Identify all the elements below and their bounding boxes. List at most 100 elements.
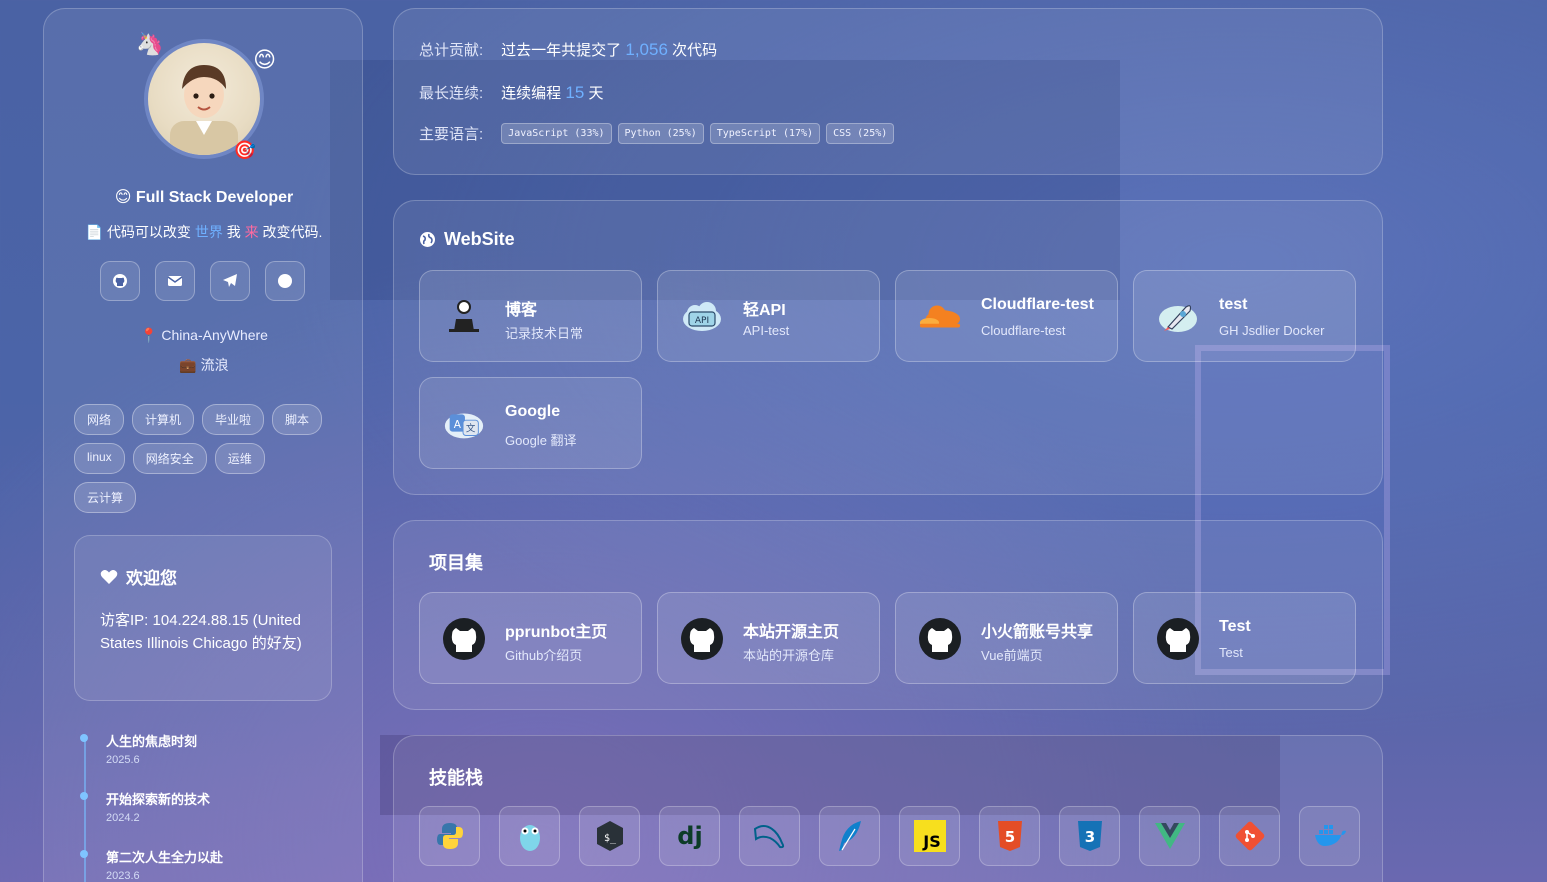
streak-row: 最长连续: 连续编程 15 天 — [419, 82, 603, 103]
site-card-cloudflare[interactable]: Cloudflare-test Cloudflare-test — [895, 270, 1118, 362]
site-subtitle: 记录技术日常 — [505, 326, 584, 341]
smile-emoji-icon: 😊 — [253, 47, 276, 72]
github-icon — [113, 274, 127, 288]
streak-label: 最长连续: — [419, 85, 484, 102]
total-label: 总计贡献: — [419, 42, 484, 59]
skills-title: 技能栈 — [429, 768, 483, 788]
go-icon[interactable] — [499, 806, 560, 866]
cloudflare-icon — [918, 295, 962, 339]
project-card[interactable]: pprunbot主页 Github介绍页 — [419, 592, 642, 684]
project-card[interactable]: 小火箭账号共享 Vue前端页 — [895, 592, 1118, 684]
site-subtitle: Cloudflare-test — [981, 323, 1066, 338]
tag[interactable]: 脚本 — [272, 404, 323, 435]
javascript-icon[interactable]: JS — [899, 806, 960, 866]
svg-text:API: API — [695, 316, 709, 326]
mysql-icon[interactable] — [739, 806, 800, 866]
role-line: 😊 Full Stack Developer — [44, 187, 364, 207]
motto-word-come: 来 — [244, 224, 259, 240]
svg-text:文: 文 — [466, 423, 476, 435]
location: 📍 China-AnyWhere — [44, 327, 364, 344]
tag[interactable]: 网络 — [74, 404, 125, 435]
tag-list: 网络 计算机 毕业啦 脚本 linux 网络安全 运维 云计算 — [74, 404, 334, 513]
globe-icon — [420, 232, 435, 247]
timeline-date: 2025.6 — [106, 754, 140, 766]
site-subtitle: GH Jsdlier Docker — [1219, 323, 1325, 338]
smile-icon: 😊 — [114, 189, 132, 206]
site-title: Google — [505, 403, 561, 420]
map-pin-icon: 📍 — [140, 327, 158, 343]
bash-icon[interactable]: $_ — [579, 806, 640, 866]
tag[interactable]: 毕业啦 — [202, 404, 265, 435]
docker-icon[interactable] — [1299, 806, 1360, 866]
html5-icon[interactable]: 5 — [979, 806, 1040, 866]
timeline-item: 开始探索新的技术 2024.2 — [80, 789, 210, 824]
total-count: 1,056 — [625, 40, 668, 59]
total-suffix: 次代码 — [672, 42, 718, 59]
job: 💼 流浪 — [44, 355, 364, 375]
rocket-icon — [1156, 295, 1200, 339]
timeline-item: 第二次人生全力以赴 2023.6 — [80, 847, 223, 882]
language-badge: Python (25%) — [617, 123, 704, 144]
projects-title: 项目集 — [429, 553, 483, 573]
github-icon — [442, 617, 486, 661]
vue-icon[interactable] — [1139, 806, 1200, 866]
heart-icon — [100, 569, 118, 584]
circle-button[interactable] — [265, 261, 305, 301]
languages-label: 主要语言: — [419, 126, 484, 143]
telegram-button[interactable] — [210, 261, 250, 301]
tag[interactable]: linux — [74, 443, 125, 474]
projects-section: 项目集 pprunbot主页 Github介绍页 本站开源主页 本站的开源仓库 … — [393, 520, 1383, 710]
svg-text:$_: $_ — [603, 833, 616, 844]
svg-text:3: 3 — [1084, 828, 1094, 846]
tag[interactable]: 运维 — [214, 443, 265, 474]
site-card-test[interactable]: test GH Jsdlier Docker — [1133, 270, 1356, 362]
total-contrib-row: 总计贡献: 过去一年共提交了 1,056 次代码 — [419, 39, 717, 60]
tag[interactable]: 计算机 — [132, 404, 195, 435]
welcome-title-text: 欢迎您 — [126, 569, 177, 588]
site-title: 轻API — [743, 302, 786, 319]
site-card-api[interactable]: API 轻API API-test — [657, 270, 880, 362]
briefcase-icon: 💼 — [179, 357, 197, 373]
github-button[interactable] — [100, 261, 140, 301]
project-card[interactable]: 本站开源主页 本站的开源仓库 — [657, 592, 880, 684]
mail-button[interactable] — [155, 261, 195, 301]
streak-suffix: 天 — [588, 85, 604, 102]
github-icon — [680, 617, 724, 661]
git-icon[interactable] — [1219, 806, 1280, 866]
django-icon[interactable]: dj — [659, 806, 720, 866]
total-value-line: 过去一年共提交了 1,056 次代码 — [501, 39, 717, 60]
unicorn-icon: 🦄 — [136, 31, 164, 56]
project-title: 小火箭账号共享 — [981, 624, 1094, 641]
stats-card: 总计贡献: 过去一年共提交了 1,056 次代码 最长连续: 连续编程 15 天… — [393, 8, 1383, 175]
language-badge: TypeScript (17%) — [709, 123, 821, 144]
motto: 📄 代码可以改变 世界 我 来 改变代码. — [44, 222, 364, 242]
python-icon[interactable] — [419, 806, 480, 866]
svg-text:JS: JS — [922, 832, 940, 851]
css3-icon[interactable]: 3 — [1059, 806, 1120, 866]
avatar-illustration — [170, 65, 238, 155]
svg-text:dj: dj — [677, 822, 702, 850]
site-subtitle: API-test — [743, 323, 790, 338]
website-section: WebSite 博客 记录技术日常 API 轻API API-test Clou… — [393, 200, 1383, 495]
location-text: China-AnyWhere — [161, 327, 268, 343]
motto-word-world: 世界 — [194, 224, 223, 240]
project-title: Test — [1219, 618, 1251, 635]
timeline-date: 2024.2 — [106, 812, 140, 824]
feather-icon[interactable] — [819, 806, 880, 866]
project-subtitle: Vue前端页 — [981, 648, 1043, 663]
language-badges: JavaScript (33%) Python (25%) TypeScript… — [501, 123, 895, 144]
project-card[interactable]: Test Test — [1133, 592, 1356, 684]
tag[interactable]: 网络安全 — [132, 443, 207, 474]
telegram-icon — [223, 274, 237, 287]
job-text: 流浪 — [200, 357, 229, 373]
site-title: test — [1219, 296, 1248, 313]
social-links — [100, 261, 305, 301]
site-card-google[interactable]: A文 Google Google 翻译 — [419, 377, 642, 469]
site-card-blog[interactable]: 博客 记录技术日常 — [419, 270, 642, 362]
avatar-container: 🦄 😊 🎯 — [136, 31, 276, 160]
timeline-date: 2023.6 — [106, 870, 140, 882]
skills-row: $_ dj JS 5 3 — [419, 806, 1360, 866]
website-title: WebSite — [444, 229, 515, 249]
site-title: 博客 — [505, 302, 538, 319]
tag[interactable]: 云计算 — [74, 482, 137, 513]
